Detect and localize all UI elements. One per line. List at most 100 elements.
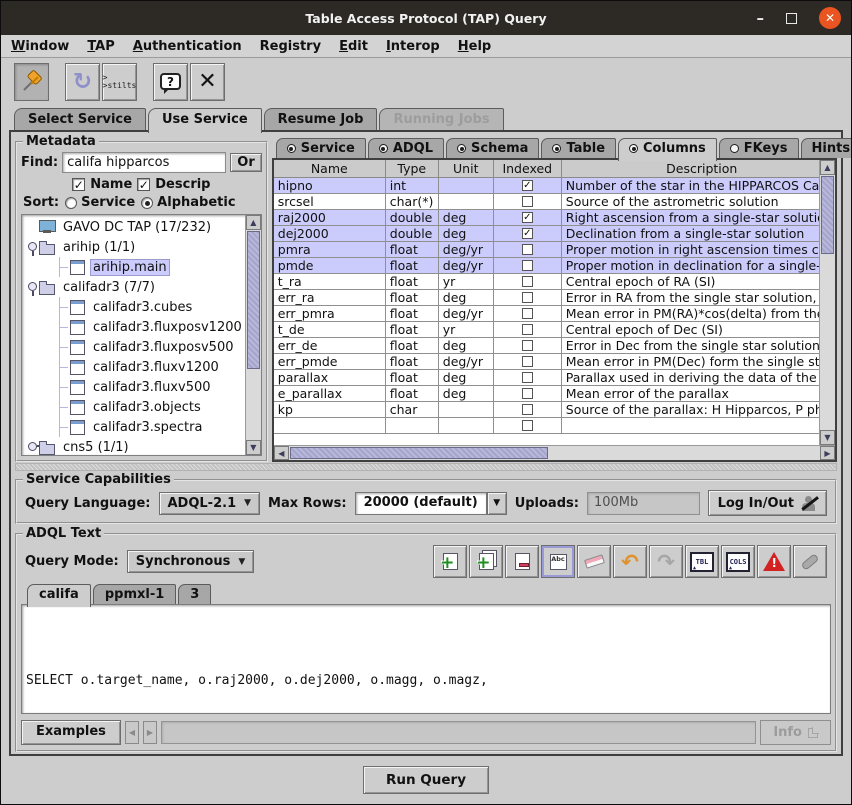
table-row[interactable]: t_de float yr ✓ Central epoch of Dec (SI… bbox=[274, 322, 819, 338]
minimize-icon[interactable]: – bbox=[757, 13, 765, 23]
header-indexed[interactable]: Indexed bbox=[494, 160, 562, 178]
tree-vertical-scrollbar[interactable]: ▲ ▼ bbox=[245, 215, 261, 455]
max-rows-select[interactable]: 20000 (default) ▼ bbox=[355, 492, 507, 515]
detail-tab[interactable]: Schema bbox=[446, 138, 539, 158]
table-row[interactable]: e_parallax float deg ✓ Mean error of the… bbox=[274, 386, 819, 402]
scroll-up-icon[interactable]: ▲ bbox=[246, 215, 261, 230]
detail-tab[interactable]: Table bbox=[541, 138, 616, 158]
indexed-checkbox[interactable]: ✓ bbox=[522, 180, 533, 191]
table-row[interactable]: err_pmra float deg/yr ✓ Mean error in PM… bbox=[274, 306, 819, 322]
table-scrollbar-thumb[interactable] bbox=[821, 176, 834, 254]
indexed-checkbox[interactable]: ✓ bbox=[522, 372, 533, 383]
menu-item[interactable]: TAP bbox=[87, 39, 114, 54]
scroll-down-icon[interactable]: ▼ bbox=[246, 440, 261, 455]
indexed-checkbox[interactable]: ✓ bbox=[522, 340, 533, 351]
tree-scrollbar-thumb[interactable] bbox=[247, 231, 260, 369]
tree-item[interactable]: califadr3.fluxv500 bbox=[25, 377, 245, 397]
adql-tab[interactable]: 3 bbox=[178, 584, 211, 604]
find-input[interactable]: califa hipparcos bbox=[62, 152, 226, 173]
indexed-checkbox[interactable]: ✓ bbox=[522, 308, 533, 319]
maximize-icon[interactable] bbox=[786, 13, 797, 24]
reload-button[interactable]: ↻ bbox=[65, 63, 100, 101]
tree-item[interactable]: califadr3.fluxposv1200 bbox=[25, 317, 245, 337]
tree-item[interactable]: califadr3.spectra bbox=[25, 417, 245, 437]
tree-item[interactable]: GAVO DC TAP (17/232) bbox=[25, 217, 245, 237]
main-tab[interactable]: Running Jobs bbox=[379, 108, 503, 130]
sort-radio-option[interactable]: Alphabetic bbox=[141, 195, 235, 210]
table-row[interactable]: hipno int ✓ Number of the star in the HI… bbox=[274, 178, 819, 194]
header-unit[interactable]: Unit bbox=[439, 160, 494, 178]
menu-item[interactable]: Help bbox=[458, 39, 491, 54]
indexed-checkbox[interactable]: ✓ bbox=[522, 196, 533, 207]
name-checkbox[interactable]: ✓ bbox=[72, 178, 85, 191]
table-row[interactable]: ✓ bbox=[274, 418, 819, 434]
scroll-right-icon[interactable]: ▶ bbox=[820, 446, 835, 460]
table-row[interactable]: err_ra float deg ✓ Error in RA from the … bbox=[274, 290, 819, 306]
tree-item[interactable]: califadr3.objects bbox=[25, 397, 245, 417]
indexed-checkbox[interactable]: ✓ bbox=[522, 212, 533, 223]
detail-tab[interactable]: Hints bbox=[801, 138, 852, 158]
tree-handle-icon[interactable] bbox=[25, 440, 39, 454]
run-query-button[interactable]: Run Query bbox=[363, 766, 489, 794]
main-tab[interactable]: Select Service bbox=[14, 108, 146, 130]
menu-item[interactable]: Edit bbox=[339, 39, 368, 54]
pin-window-button[interactable] bbox=[14, 63, 49, 101]
tree-handle-icon[interactable] bbox=[25, 280, 39, 294]
indexed-checkbox[interactable]: ✓ bbox=[522, 324, 533, 335]
indexed-checkbox[interactable]: ✓ bbox=[522, 292, 533, 303]
query-mode-select[interactable]: Synchronous ▼ bbox=[127, 550, 255, 573]
query-language-select[interactable]: ADQL-2.1 ▼ bbox=[159, 492, 261, 515]
table-row[interactable]: pmra float deg/yr ✓ Proper motion in rig… bbox=[274, 242, 819, 258]
close-window-button[interactable]: ✕ bbox=[190, 63, 225, 101]
menu-item[interactable]: Registry bbox=[260, 39, 321, 54]
indexed-checkbox[interactable]: ✓ bbox=[522, 388, 533, 399]
tree-item[interactable]: califadr3.fluxposv500 bbox=[25, 337, 245, 357]
detail-tab[interactable]: Service bbox=[276, 138, 366, 158]
stilts-button[interactable]: >>stilts bbox=[102, 63, 137, 101]
table-row[interactable]: kp char ✓ Source of the parallax: H Hipp… bbox=[274, 402, 819, 418]
indexed-checkbox[interactable]: ✓ bbox=[522, 276, 533, 287]
examples-button[interactable]: Examples bbox=[21, 720, 121, 745]
redo-button[interactable]: ↷ bbox=[649, 545, 683, 578]
help-button[interactable]: ? bbox=[153, 63, 188, 101]
header-description[interactable]: Description bbox=[562, 160, 819, 178]
table-hscrollbar-thumb[interactable] bbox=[290, 447, 548, 459]
scroll-up-icon[interactable]: ▲ bbox=[820, 160, 835, 175]
split-divider[interactable] bbox=[15, 463, 837, 471]
insert-columns-button[interactable]: COLS bbox=[721, 545, 755, 578]
scroll-left-icon[interactable]: ◀ bbox=[274, 446, 289, 460]
scroll-down-icon[interactable]: ▼ bbox=[820, 430, 835, 445]
table-row[interactable]: srcsel char(*) ✓ Source of the astrometr… bbox=[274, 194, 819, 210]
indexed-checkbox[interactable]: ✓ bbox=[522, 228, 533, 239]
error-button[interactable]: ! bbox=[757, 545, 791, 578]
main-tab[interactable]: Resume Job bbox=[264, 108, 378, 130]
table-row[interactable]: t_ra float yr ✓ Central epoch of RA (SI) bbox=[274, 274, 819, 290]
tree-item[interactable]: califadr3.fluxv1200 bbox=[25, 357, 245, 377]
close-icon[interactable]: ✕ bbox=[819, 7, 841, 29]
or-button[interactable]: Or bbox=[230, 153, 261, 172]
menu-item[interactable]: Authentication bbox=[133, 39, 242, 54]
detail-tab[interactable]: Columns bbox=[618, 138, 717, 161]
adql-tab[interactable]: ppmxl-1 bbox=[93, 584, 176, 604]
remove-tab-button[interactable] bbox=[505, 545, 539, 578]
table-row[interactable]: parallax float deg ✓ Parallax used in de… bbox=[274, 370, 819, 386]
header-type[interactable]: Type bbox=[386, 160, 439, 178]
table-row[interactable]: dej2000 double deg ✓ Declination from a … bbox=[274, 226, 819, 242]
indexed-checkbox[interactable]: ✓ bbox=[522, 260, 533, 271]
insert-table-button[interactable]: TBL bbox=[685, 545, 719, 578]
indexed-checkbox[interactable]: ✓ bbox=[522, 356, 533, 367]
undo-button[interactable]: ↶ bbox=[613, 545, 647, 578]
table-row[interactable]: pmde float deg/yr ✓ Proper motion in dec… bbox=[274, 258, 819, 274]
descrip-checkbox[interactable]: ✓ bbox=[137, 178, 150, 191]
table-row[interactable]: err_pmde float deg/yr ✓ Mean error in PM… bbox=[274, 354, 819, 370]
detail-tab[interactable]: ADQL bbox=[368, 138, 444, 158]
menu-item[interactable]: Window bbox=[11, 39, 69, 54]
indexed-checkbox[interactable]: ✓ bbox=[522, 244, 533, 255]
table-row[interactable]: raj2000 double deg ✓ Right ascension fro… bbox=[274, 210, 819, 226]
add-tab-button[interactable]: + bbox=[433, 545, 467, 578]
tree-item[interactable]: arihip.main bbox=[25, 257, 245, 277]
tree-item[interactable]: cns5 (1/1) bbox=[25, 437, 245, 455]
example-next-icon[interactable]: ▶ bbox=[143, 721, 157, 744]
table-vertical-scrollbar[interactable]: ▲ ▼ bbox=[819, 160, 835, 445]
adql-tab[interactable]: califa bbox=[27, 584, 91, 607]
